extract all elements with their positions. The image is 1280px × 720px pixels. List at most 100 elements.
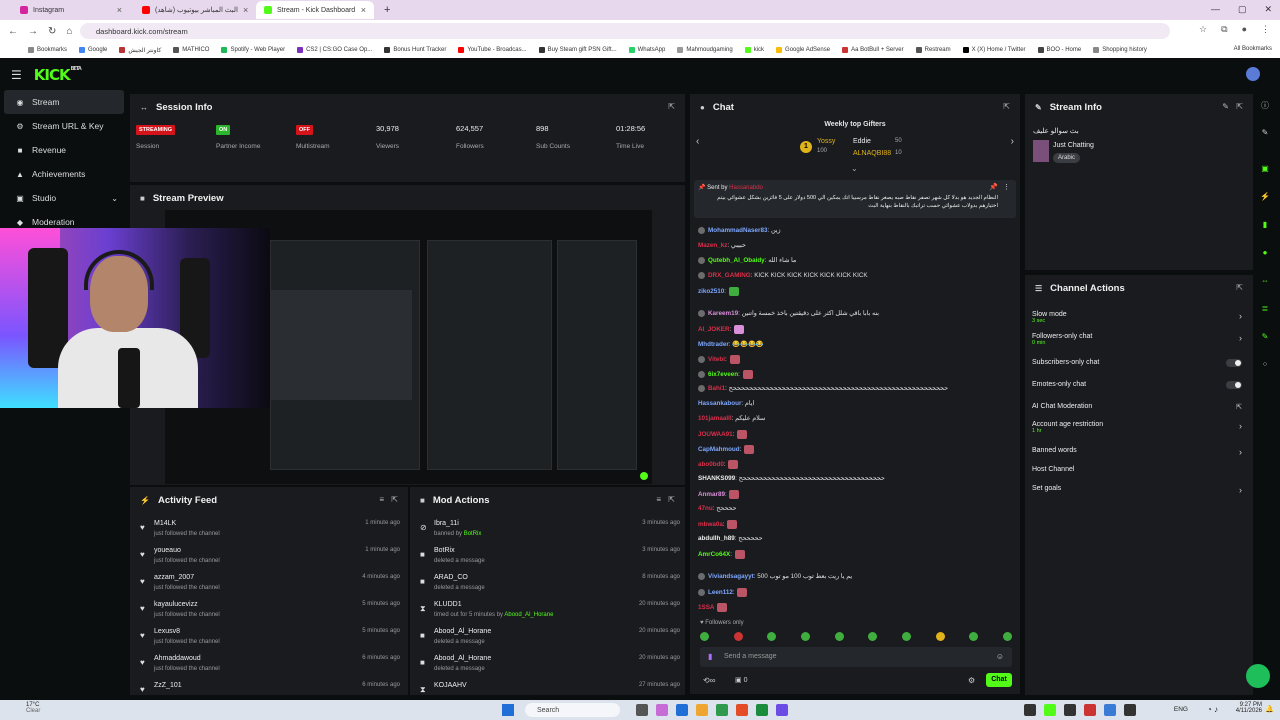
bookmark-item[interactable]: كاونتر الجيش (119, 47, 161, 54)
app-icon[interactable] (756, 704, 768, 716)
windows-start-icon[interactable] (502, 704, 514, 716)
new-tab-button[interactable]: + (384, 4, 390, 16)
all-bookmarks[interactable]: All Bookmarks (1234, 46, 1272, 52)
category-thumbnail[interactable] (1033, 140, 1049, 162)
popout-icon[interactable]: ⇱ (1236, 283, 1243, 292)
reload-icon[interactable]: ↻ (48, 26, 56, 37)
emote-icon[interactable] (901, 632, 911, 641)
bookmark-item[interactable]: Buy Steam gift PSN Gift... (538, 47, 617, 53)
chevron-right-icon[interactable]: › (1239, 485, 1242, 495)
chat-username[interactable]: Viviandsagayyt (708, 573, 754, 580)
bookmark-item[interactable]: Mahmoudgaming (677, 47, 733, 53)
chat-username[interactable]: AmrCo64X (698, 551, 730, 558)
language-indicator[interactable]: ENG (1174, 706, 1188, 713)
url-input[interactable]: dashboard.kick.com/stream (80, 23, 1170, 39)
user-avatar[interactable] (1246, 67, 1260, 81)
tray-app-icon[interactable] (1024, 704, 1036, 716)
bookmark-item[interactable]: Bookmarks (28, 47, 67, 53)
lightning-icon[interactable]: ⚡ (1259, 192, 1271, 204)
chat-username[interactable]: Anmar89 (698, 491, 725, 498)
chevron-down-icon[interactable]: ⌄ (851, 164, 858, 173)
discord-icon[interactable] (776, 704, 788, 716)
chat-username[interactable]: Vitebi (708, 356, 725, 363)
edge-icon[interactable] (676, 704, 688, 716)
filter-icon[interactable]: ≡ (656, 495, 661, 504)
emote-icon[interactable] (733, 632, 743, 641)
chat-username[interactable]: 47nu (698, 505, 713, 512)
follower-name[interactable]: Ahmaddawoud (154, 655, 201, 662)
action-host-channel[interactable]: Host Channel (1032, 466, 1242, 473)
home-icon[interactable]: ⌂ (66, 26, 72, 37)
chat-username[interactable]: Bahi1 (708, 385, 725, 392)
more-icon[interactable]: ⁘ (1259, 360, 1271, 372)
external-link-icon[interactable]: ⇱ (1236, 403, 1242, 411)
emote-icon[interactable] (700, 632, 709, 641)
sidebar-item-stream[interactable]: ◉ Stream (4, 90, 124, 114)
chat-username[interactable]: abo0bd0 (698, 461, 724, 468)
popout-icon[interactable]: ⇱ (668, 102, 675, 111)
menu-icon[interactable]: ⋮ (1261, 24, 1270, 35)
extensions-icon[interactable]: ⧉ (1221, 24, 1227, 35)
chevron-right-icon[interactable]: › (1239, 447, 1242, 457)
microphone-icon[interactable]: ▮ (708, 652, 712, 661)
chrome-icon[interactable] (736, 704, 748, 716)
tray-app-icon[interactable] (1044, 704, 1056, 716)
robot-icon[interactable]: ▣ (1259, 164, 1271, 176)
wrench-icon[interactable]: ✎ (1259, 332, 1271, 344)
bookmark-item[interactable]: Google (79, 47, 107, 53)
action-slow-mode[interactable]: Slow mode 3 sec › (1032, 311, 1242, 324)
sidebar-item-stream-url-key[interactable]: ⚙ Stream URL & Key (4, 114, 124, 138)
network-volume-icon[interactable]: ◔ ♪ (1207, 705, 1218, 714)
tray-app-icon[interactable] (1124, 704, 1136, 716)
popout-icon[interactable]: ⇱ (1003, 102, 1010, 111)
browser-tab-youtube[interactable]: (شاهد) البث المباشر بيوتيوب × (134, 1, 252, 19)
bookmark-item[interactable]: MATHICO (173, 47, 209, 53)
browser-tab-instagram[interactable]: Instagram × (12, 1, 130, 19)
emote-icon[interactable] (868, 632, 878, 641)
chat-username[interactable]: 1SSA (698, 604, 714, 611)
sidebar-item-revenue[interactable]: ■ Revenue (4, 138, 124, 162)
chat-username[interactable]: Leen112 (708, 589, 733, 596)
user-name[interactable]: KLUDD1 (434, 601, 462, 608)
user-name[interactable]: Ibra_11i (434, 520, 459, 527)
moderator-name[interactable]: Abood_Al_Horane (504, 612, 553, 618)
chat-username[interactable]: Mazen_kz (698, 242, 727, 249)
hamburger-menu-icon[interactable]: ☰ (11, 68, 22, 82)
chat-username[interactable]: JOUWAA91 (698, 431, 733, 438)
follower-name[interactable]: youeauo (154, 547, 181, 554)
taskbar-search[interactable]: Search (525, 703, 620, 717)
follower-name[interactable]: ZzZ_101 (154, 682, 182, 689)
weather-widget[interactable]: 17°C Clear (26, 702, 40, 714)
chat-username[interactable]: Qutebh_Al_Obaidy (708, 257, 765, 264)
emote-icon[interactable] (800, 632, 810, 641)
chevron-right-icon[interactable]: › (1239, 421, 1242, 431)
tray-app-icon[interactable] (1064, 704, 1076, 716)
close-icon[interactable]: × (117, 5, 122, 15)
chat-username[interactable]: Mhdtrader (698, 341, 729, 348)
back-icon[interactable]: ← (8, 26, 18, 37)
copilot-icon[interactable] (656, 704, 668, 716)
chat-username[interactable]: Hassankabour (698, 400, 741, 407)
bookmark-item[interactable]: Restream (915, 47, 951, 53)
user-name[interactable]: Abood_Al_Horane (434, 655, 491, 662)
chat-username[interactable]: 101jamaalll (698, 415, 732, 422)
user-name[interactable]: BotRix (434, 547, 455, 554)
bookmark-item[interactable]: Aa BotBull + Server (842, 47, 904, 53)
bookmark-item[interactable]: BOO - Home (1037, 47, 1081, 53)
chat-username[interactable]: ziko2510 (698, 288, 724, 295)
user-name[interactable]: KOJAAHV (434, 682, 467, 689)
points-icon[interactable]: ⟲∞ (703, 676, 715, 685)
emoji-icon[interactable]: ☺ (996, 652, 1004, 661)
user-name[interactable]: ARAD_CO (434, 574, 468, 581)
follower-name[interactable]: Lexusv8 (154, 628, 180, 635)
chat-username[interactable]: SHANKS099 (698, 475, 735, 482)
whatsapp-float-icon[interactable] (1246, 664, 1270, 688)
collapse-arrows-icon[interactable]: ↔ (140, 103, 148, 112)
maximize-icon[interactable]: ▢ (1238, 4, 1247, 15)
bookmark-item[interactable]: X (X) Home / Twitter (962, 47, 1026, 53)
action-followers-only-chat[interactable]: Followers-only chat 0 min › (1032, 333, 1242, 346)
explorer-icon[interactable] (696, 704, 708, 716)
follower-name[interactable]: M14LK (154, 520, 176, 527)
follower-name[interactable]: azzam_2007 (154, 574, 194, 581)
user-name[interactable]: Abood_Al_Horane (434, 628, 491, 635)
